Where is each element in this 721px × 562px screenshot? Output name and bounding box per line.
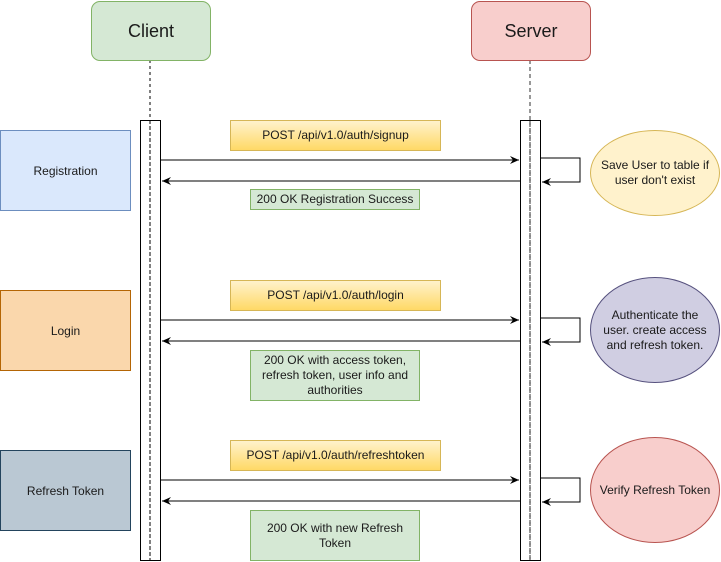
request-label-refreshtoken: POST /api/v1.0/auth/refreshtoken <box>230 440 441 471</box>
phase-login: Login <box>0 290 131 371</box>
response-label-signup: 200 OK Registration Success <box>250 189 420 210</box>
response-label-refreshtoken: 200 OK with new Refresh Token <box>250 510 420 561</box>
phase-refresh-token: Refresh Token <box>0 450 131 531</box>
request-text: POST /api/v1.0/auth/refreshtoken <box>246 448 425 462</box>
response-label-login: 200 OK with access token, refresh token,… <box>250 350 420 401</box>
server-actor-label: Server <box>504 20 558 41</box>
request-text: POST /api/v1.0/auth/signup <box>262 128 409 142</box>
client-actor-label: Client <box>127 20 175 41</box>
server-action-text: Save User to table if user don't exist <box>600 158 710 187</box>
request-label-signup: POST /api/v1.0/auth/signup <box>230 120 441 151</box>
server-action-verify: Verify Refresh Token <box>590 437 720 543</box>
client-actor: Client <box>91 1 211 61</box>
request-text: POST /api/v1.0/auth/login <box>267 288 404 302</box>
phase-label: Registration <box>33 163 98 178</box>
response-text: 200 OK Registration Success <box>256 192 414 206</box>
self-call-arrow <box>541 157 581 186</box>
phase-label: Refresh Token <box>26 483 105 498</box>
phase-label: Login <box>50 323 81 338</box>
response-text: 200 OK with access token, refresh token,… <box>261 353 409 397</box>
server-action-text: Verify Refresh Token <box>599 482 711 497</box>
server-action-save-user: Save User to table if user don't exist <box>590 130 720 216</box>
response-text: 200 OK with new Refresh Token <box>266 520 404 550</box>
server-action-text: Authenticate the user. create access and… <box>603 307 707 352</box>
self-call-arrow <box>541 477 581 506</box>
self-call-arrow <box>541 317 581 346</box>
server-action-authenticate: Authenticate the user. create access and… <box>590 277 720 383</box>
request-label-login: POST /api/v1.0/auth/login <box>230 280 441 311</box>
server-actor: Server <box>471 1 591 61</box>
phase-registration: Registration <box>0 130 131 211</box>
